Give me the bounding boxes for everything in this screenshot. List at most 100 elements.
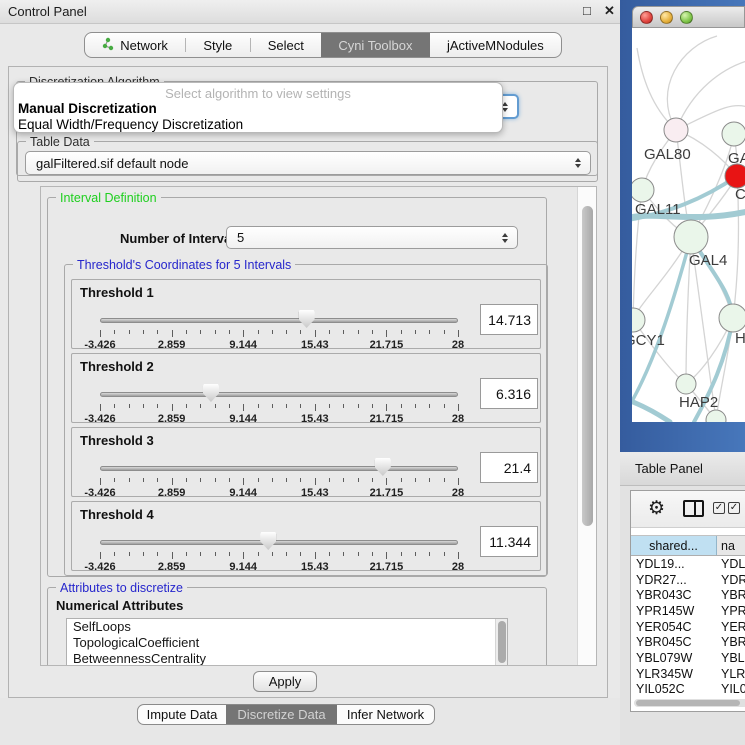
threshold-value-field[interactable]: 6.316 bbox=[480, 378, 538, 409]
apply-button[interactable]: Apply bbox=[253, 671, 317, 692]
network-node-gal11[interactable] bbox=[632, 178, 654, 202]
slider-tick bbox=[157, 552, 158, 556]
zoom-traffic-light-icon[interactable] bbox=[680, 11, 693, 24]
close-traffic-light-icon[interactable] bbox=[640, 11, 653, 24]
number-of-intervals-combobox[interactable]: 5 bbox=[226, 226, 518, 249]
tab-style[interactable]: Style bbox=[186, 33, 249, 57]
slider-thumb[interactable] bbox=[375, 458, 391, 476]
slider-track[interactable] bbox=[100, 392, 458, 397]
slider-tick bbox=[415, 404, 416, 408]
slider-tick bbox=[315, 552, 316, 559]
attribute-list-item[interactable]: BetweennessCentrality bbox=[67, 651, 507, 666]
slider-tick bbox=[172, 404, 173, 411]
threshold-slider-3[interactable]: -3.4262.8599.14415.4321.71528 bbox=[100, 456, 458, 496]
network-window-titlebar[interactable] bbox=[632, 6, 745, 28]
threshold-slider-1[interactable]: -3.4262.8599.14415.4321.71528 bbox=[100, 308, 458, 348]
table-row[interactable]: YDL19...YDL1 bbox=[631, 556, 745, 572]
tab-cyni-toolbox[interactable]: Cyni Toolbox bbox=[321, 33, 430, 57]
table-row[interactable]: YBR043CYBR0 bbox=[631, 587, 745, 603]
table-row[interactable]: YBL079WYBL0 bbox=[631, 650, 745, 666]
slider-track[interactable] bbox=[100, 540, 458, 545]
columns-icon[interactable] bbox=[683, 500, 704, 517]
network-node-gal80[interactable] bbox=[664, 118, 688, 142]
slider-tick bbox=[143, 552, 144, 556]
threshold-label: Threshold 3 bbox=[80, 433, 154, 448]
table-row[interactable]: YLR345WYLR3 bbox=[631, 666, 745, 682]
table-row[interactable]: YBR045CYBR0 bbox=[631, 634, 745, 650]
bottom-tab-discretize-data[interactable]: Discretize Data bbox=[226, 705, 337, 724]
bottom-tab-impute-data[interactable]: Impute Data bbox=[138, 705, 226, 724]
slider-tick bbox=[243, 478, 244, 485]
network-icon bbox=[102, 37, 114, 54]
dropdown-option-manual-discretization[interactable]: Manual Discretization bbox=[18, 101, 157, 116]
list-scrollbar-thumb[interactable] bbox=[498, 621, 506, 663]
slider-tick-label: 28 bbox=[452, 413, 464, 425]
tab-label: Select bbox=[268, 38, 304, 53]
minimize-traffic-light-icon[interactable] bbox=[660, 11, 673, 24]
slider-tick bbox=[286, 552, 287, 556]
slider-tick bbox=[429, 552, 430, 556]
slider-tick bbox=[401, 478, 402, 482]
panel-scrollbar-thumb[interactable] bbox=[582, 206, 593, 526]
algorithm-dropdown-hint: Select algorithm to view settings bbox=[14, 86, 502, 101]
network-node-c[interactable] bbox=[725, 164, 745, 188]
slider-thumb[interactable] bbox=[260, 532, 276, 550]
list-scrollbar[interactable] bbox=[495, 619, 507, 666]
column-header-name[interactable]: na bbox=[717, 536, 745, 555]
threshold-value-field[interactable]: 14.713 bbox=[480, 304, 538, 335]
slider-track[interactable] bbox=[100, 318, 458, 323]
gear-icon[interactable]: ⚙ bbox=[648, 497, 665, 520]
table-row[interactable]: YPR145WYPR1 bbox=[631, 603, 745, 619]
app-root: { "titlebar": { "title": "Control Panel"… bbox=[0, 0, 745, 745]
threshold-panel-2: Threshold 2-3.4262.8599.14415.4321.71528… bbox=[71, 353, 541, 423]
threshold-label: Threshold 1 bbox=[80, 285, 154, 300]
slider-tick bbox=[315, 404, 316, 411]
network-node-h[interactable] bbox=[719, 304, 745, 332]
network-node-hap2[interactable] bbox=[676, 374, 696, 394]
checkbox-icon[interactable]: ✓ bbox=[713, 502, 725, 514]
slider-tick bbox=[200, 552, 201, 556]
network-node-ga[interactable] bbox=[722, 122, 745, 146]
threshold-slider-2[interactable]: -3.4262.8599.14415.4321.71528 bbox=[100, 382, 458, 422]
attribute-list-item[interactable]: SelfLoops bbox=[67, 619, 507, 635]
float-window-icon[interactable]: □ bbox=[583, 3, 591, 18]
tab-select[interactable]: Select bbox=[251, 33, 322, 57]
threshold-slider-4[interactable]: -3.4262.8599.14415.4321.71528 bbox=[100, 530, 458, 570]
table-data-value: galFiltered.sif default node bbox=[36, 156, 188, 171]
threshold-value-field[interactable]: 11.344 bbox=[480, 526, 538, 557]
table-row[interactable]: YIL052CYIL0 bbox=[631, 682, 745, 698]
tab-network[interactable]: Network bbox=[85, 33, 185, 57]
dropdown-option-equal-width-frequency[interactable]: Equal Width/Frequency Discretization bbox=[18, 117, 243, 132]
attributes-group: Attributes to discretize Numerical Attri… bbox=[47, 587, 547, 666]
slider-tick bbox=[143, 330, 144, 334]
numerical-attributes-list[interactable]: SelfLoopsTopologicalCoefficientBetweenne… bbox=[66, 618, 508, 666]
slider-thumb[interactable] bbox=[203, 384, 219, 402]
table-horizontal-scrollbar[interactable] bbox=[634, 699, 745, 707]
tab-jactivemnodules[interactable]: jActiveMNodules bbox=[430, 33, 561, 57]
table-data-combobox[interactable]: galFiltered.sif default node bbox=[25, 151, 591, 175]
network-node-label: GAL11 bbox=[635, 201, 681, 218]
panel-scrollbar[interactable] bbox=[577, 187, 596, 665]
network-node-gcy1[interactable] bbox=[632, 308, 645, 332]
table-row[interactable]: YER054CYER0 bbox=[631, 619, 745, 635]
table-cell-shared-name: YDR27... bbox=[631, 573, 717, 587]
attribute-list-item[interactable]: TopologicalCoefficient bbox=[67, 635, 507, 651]
column-header-shared[interactable]: shared... bbox=[631, 536, 717, 555]
slider-tick bbox=[458, 478, 459, 485]
table-horizontal-scrollbar-thumb[interactable] bbox=[636, 700, 740, 706]
table-cell-name: YDL1 bbox=[717, 557, 745, 571]
checkbox-icon[interactable]: ✓ bbox=[728, 502, 740, 514]
slider-tick-label: 21.715 bbox=[370, 339, 404, 351]
slider-tick bbox=[401, 404, 402, 408]
slider-track[interactable] bbox=[100, 466, 458, 471]
slider-tick bbox=[100, 404, 101, 411]
table-cell-name: YPR1 bbox=[717, 604, 745, 618]
table-row[interactable]: YDR27...YDR2 bbox=[631, 572, 745, 588]
network-node-gal4[interactable] bbox=[674, 220, 708, 254]
network-canvas[interactable]: GAL80GACGAL11GAL4GCY1HHAP2 bbox=[632, 28, 745, 422]
close-window-icon[interactable]: ✕ bbox=[604, 3, 615, 19]
threshold-value-field[interactable]: 21.4 bbox=[480, 452, 538, 483]
slider-tick bbox=[372, 478, 373, 482]
slider-thumb[interactable] bbox=[299, 310, 315, 328]
bottom-tab-infer-network[interactable]: Infer Network bbox=[337, 705, 434, 724]
